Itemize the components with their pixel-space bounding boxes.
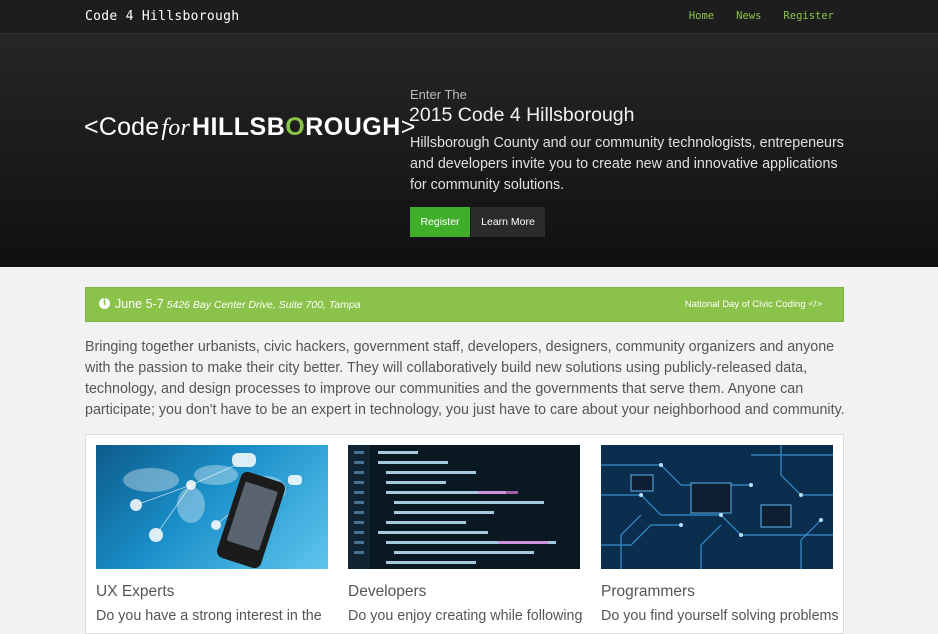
card-text: Do you have a strong interest in the [96,608,322,624]
nav-news-link[interactable]: News [736,10,761,22]
ux-experts-image [96,445,328,569]
intro-paragraph: Bringing together urbanists, civic hacke… [85,339,845,418]
developers-image [348,445,580,569]
register-button[interactable]: Register [410,207,470,237]
card-text: Do you enjoy creating while following [348,608,583,624]
card-title: Programmers [601,583,695,600]
nav-links: Home News Register [667,10,834,22]
event-info-alert: i June 5-7 5426 Bay Center Drive, Suite 7… [85,287,844,322]
audience-cards: UX Experts Do you have a strong interest… [85,434,844,634]
card-developers: Developers Do you enjoy creating while f… [348,445,582,624]
code-for-hillsborough-logo: <CodeforHILLSBOROUGH> [84,113,416,141]
power-icon: O [285,113,306,141]
event-address: 5426 Bay Center Drive, Suite 700, Tampa [166,299,361,311]
civic-coding-link[interactable]: National Day of Civic Coding </> [685,299,822,310]
nav-home-link[interactable]: Home [689,10,714,22]
info-icon: i [99,298,110,309]
hero-description: Hillsborough County and our community te… [410,135,844,193]
programmers-image [601,445,833,569]
hero-kicker: Enter The [410,87,467,102]
navbar: Code 4 Hillsborough Home News Register [0,0,938,34]
card-title: UX Experts [96,583,175,600]
card-programmers: Programmers Do you find yourself solving… [601,445,839,624]
nav-register-link[interactable]: Register [783,10,834,22]
learn-more-button[interactable]: Learn More [471,207,545,237]
card-title: Developers [348,583,427,600]
card-text: Do you find yourself solving problems [601,608,839,624]
hero-section: <CodeforHILLSBOROUGH> Enter The 2015 Cod… [0,34,938,267]
hero-title: 2015 Code 4 Hillsborough [409,104,635,126]
brand-link[interactable]: Code 4 Hillsborough [85,9,239,24]
event-date: June 5-7 5426 Bay Center Drive, Suite 700… [115,297,361,311]
card-ux-experts: UX Experts Do you have a strong interest… [96,445,328,624]
